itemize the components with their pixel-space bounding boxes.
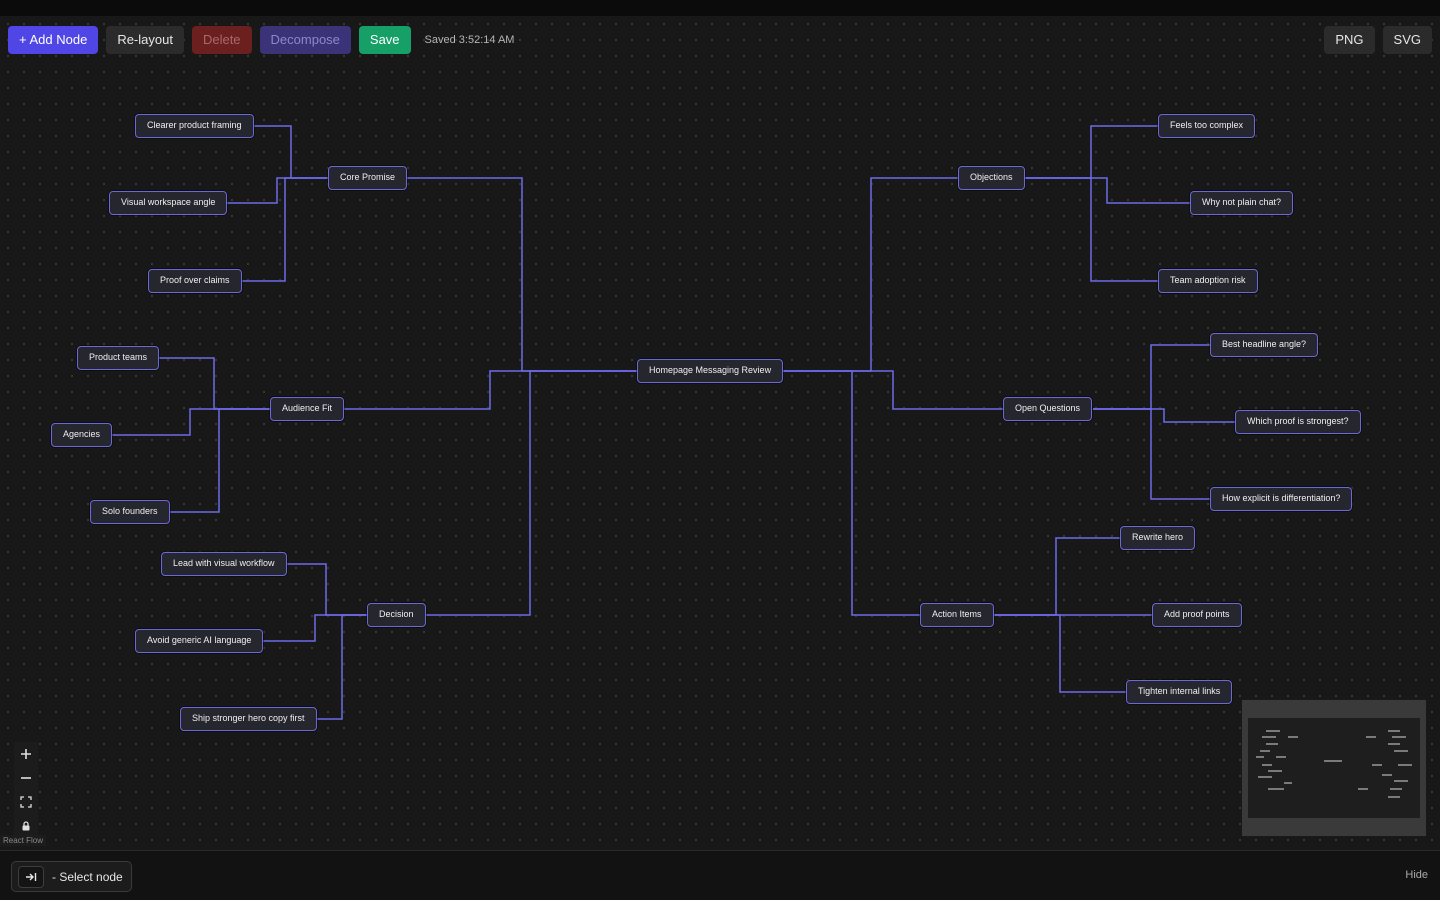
export-svg-button[interactable]: SVG bbox=[1382, 26, 1432, 54]
saved-status: Saved 3:52:14 AM bbox=[424, 34, 515, 46]
node-product-teams[interactable]: Product teams bbox=[77, 346, 160, 370]
decompose-button[interactable]: Decompose bbox=[259, 26, 351, 54]
node-clearer-product-framing[interactable]: Clearer product framing bbox=[135, 114, 254, 138]
node-team-adoption-risk[interactable]: Team adoption risk bbox=[1158, 269, 1258, 293]
minus-icon bbox=[21, 777, 31, 779]
bottom-bar: - Select node Hide bbox=[0, 850, 1440, 900]
fit-view-icon bbox=[20, 796, 32, 808]
node-proof-over-claims[interactable]: Proof over claims bbox=[148, 269, 242, 293]
node-objections[interactable]: Objections bbox=[958, 166, 1025, 190]
window-top-strip bbox=[0, 0, 1440, 16]
node-agencies[interactable]: Agencies bbox=[51, 423, 113, 447]
node-decision[interactable]: Decision bbox=[367, 603, 426, 627]
node-rewrite-hero[interactable]: Rewrite hero bbox=[1120, 526, 1196, 550]
arrow-to-bar-icon bbox=[18, 865, 44, 888]
root-node[interactable]: Homepage Messaging Review bbox=[637, 359, 784, 383]
node-avoid-generic-ai-language[interactable]: Avoid generic AI language bbox=[135, 629, 264, 653]
node-feels-too-complex[interactable]: Feels too complex bbox=[1158, 114, 1256, 138]
react-flow-attribution[interactable]: React Flow bbox=[0, 835, 47, 846]
export-toolbar: PNG SVG bbox=[1324, 26, 1432, 54]
hide-link[interactable]: Hide bbox=[1405, 869, 1428, 881]
minimap[interactable] bbox=[1242, 700, 1426, 836]
select-node-button[interactable]: - Select node bbox=[11, 861, 132, 892]
save-button[interactable]: Save bbox=[358, 26, 411, 54]
node-ship-stronger-hero-copy[interactable]: Ship stronger hero copy first bbox=[180, 707, 317, 731]
node-add-proof-points[interactable]: Add proof points bbox=[1152, 603, 1242, 627]
node-action-items[interactable]: Action Items bbox=[920, 603, 994, 627]
node-which-proof-strongest[interactable]: Which proof is strongest? bbox=[1235, 410, 1361, 434]
lock-icon bbox=[22, 821, 30, 831]
node-how-explicit-differentiation[interactable]: How explicit is differentiation? bbox=[1210, 487, 1353, 511]
select-node-label: - Select node bbox=[52, 869, 123, 884]
plus-icon bbox=[21, 749, 31, 759]
node-best-headline-angle[interactable]: Best headline angle? bbox=[1210, 333, 1319, 357]
node-audience-fit[interactable]: Audience Fit bbox=[270, 397, 345, 421]
node-why-not-plain-chat[interactable]: Why not plain chat? bbox=[1190, 191, 1294, 215]
node-open-questions[interactable]: Open Questions bbox=[1003, 397, 1093, 421]
node-core-promise[interactable]: Core Promise bbox=[328, 166, 408, 190]
main-toolbar: + Add Node Re-layout Delete Decompose Sa… bbox=[8, 26, 514, 54]
node-solo-founders[interactable]: Solo founders bbox=[90, 500, 170, 524]
node-tighten-internal-links[interactable]: Tighten internal links bbox=[1126, 680, 1233, 704]
flow-controls bbox=[14, 742, 38, 838]
zoom-in-button[interactable] bbox=[14, 742, 38, 766]
node-visual-workspace-angle[interactable]: Visual workspace angle bbox=[109, 191, 228, 215]
zoom-out-button[interactable] bbox=[14, 766, 38, 790]
node-lead-with-visual-workflow[interactable]: Lead with visual workflow bbox=[161, 552, 287, 576]
export-png-button[interactable]: PNG bbox=[1324, 26, 1375, 54]
minimap-viewport bbox=[1248, 718, 1420, 818]
add-node-button[interactable]: + Add Node bbox=[8, 26, 99, 54]
fit-view-button[interactable] bbox=[14, 790, 38, 814]
relayout-button[interactable]: Re-layout bbox=[106, 26, 184, 54]
delete-button[interactable]: Delete bbox=[191, 26, 252, 54]
